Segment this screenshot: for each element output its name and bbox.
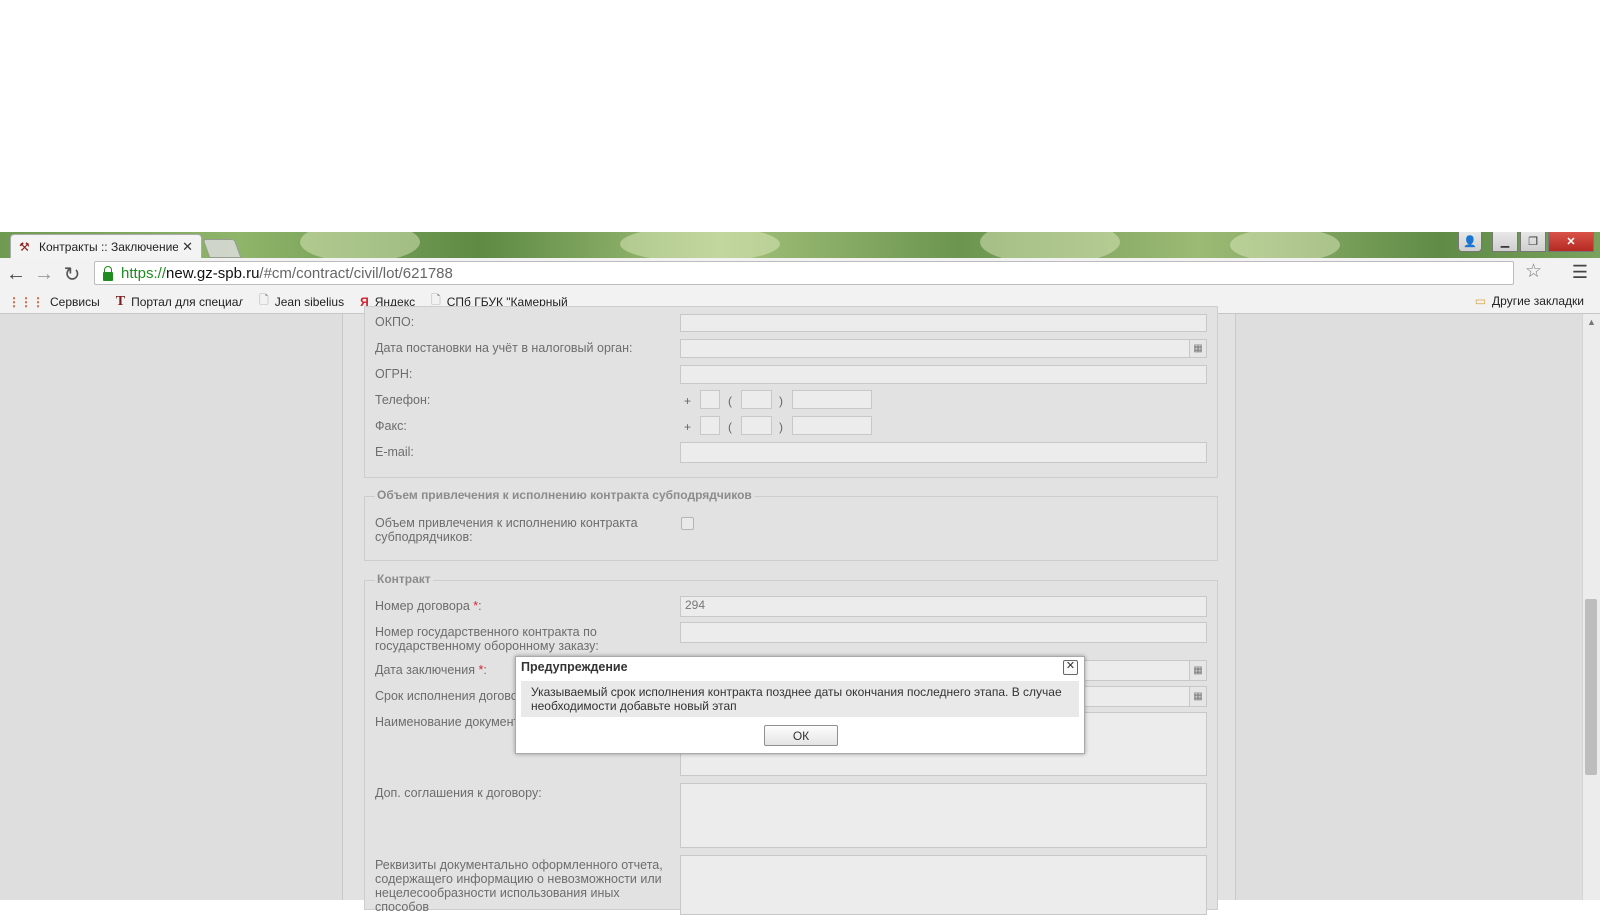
- calendar-icon[interactable]: ▦: [1189, 686, 1207, 707]
- phone-number-input[interactable]: [792, 390, 872, 409]
- ok-button[interactable]: ОК: [764, 725, 838, 746]
- phone-open-paren: (: [728, 394, 732, 408]
- calendar-icon[interactable]: ▦: [1189, 339, 1207, 358]
- portal-icon: T: [115, 293, 126, 309]
- subcontract-checkbox[interactable]: [681, 517, 694, 530]
- forward-arrow-icon[interactable]: →: [30, 260, 58, 288]
- new-tab-button[interactable]: [202, 239, 242, 258]
- supp-agreements-textarea[interactable]: [680, 783, 1207, 848]
- phone-code-input[interactable]: [741, 390, 772, 409]
- ogrn-input[interactable]: [680, 365, 1207, 384]
- tax-date-label: Дата постановки на учёт в налоговый орга…: [375, 341, 633, 355]
- contract-legend: Контракт: [375, 572, 433, 586]
- tab-title: Контракты :: Заключение: [39, 239, 179, 254]
- scroll-up-icon[interactable]: ▲: [1587, 317, 1596, 327]
- fax-number-input[interactable]: [792, 416, 872, 435]
- warning-dialog: Предупреждение ✕ Указываемый срок исполн…: [515, 656, 1085, 754]
- maximize-button[interactable]: ❐: [1520, 232, 1546, 252]
- bookmark-portal[interactable]: TПортал для специалистов: [116, 294, 243, 310]
- contract-number-input[interactable]: 294: [680, 596, 1207, 617]
- doc-name-label: Наименование документа: [375, 715, 527, 729]
- report-details-label: Реквизиты документально оформленного отч…: [375, 858, 663, 914]
- email-input[interactable]: [680, 442, 1207, 463]
- minimize-button[interactable]: ▁: [1492, 232, 1518, 252]
- user-icon[interactable]: 👤: [1458, 232, 1482, 252]
- tools-icon: ⚒: [19, 239, 30, 254]
- reload-icon[interactable]: ↻: [58, 260, 86, 288]
- fax-label: Факс:: [375, 419, 407, 433]
- url-text: https://new.gz-spb.ru/#cm/contract/civil…: [121, 264, 453, 282]
- back-arrow-icon[interactable]: ←: [2, 260, 30, 288]
- state-contract-label: Номер государственного контракта по госу…: [375, 625, 599, 653]
- bookmark-jean-sibelius[interactable]: 🗋 Jean sibelius: [259, 291, 344, 312]
- fax-country-input[interactable]: [700, 416, 720, 435]
- browser-titlebar: ⚒ Контракты :: Заключение ✕ 👤 ▁ ❐ ✕: [0, 232, 1600, 258]
- phone-label: Телефон:: [375, 393, 431, 407]
- okpo-label: ОКПО:: [375, 315, 415, 329]
- fax-open-paren: (: [728, 420, 732, 434]
- address-bar[interactable]: https://new.gz-spb.ru/#cm/contract/civil…: [94, 261, 1514, 285]
- tax-date-input[interactable]: [680, 339, 1190, 358]
- bookmark-apps[interactable]: ⋮⋮⋮ Сервисы: [8, 295, 100, 309]
- page-scrollbar[interactable]: ▲: [1582, 314, 1600, 900]
- menu-icon[interactable]: ☰: [1572, 262, 1588, 283]
- tab-close-icon[interactable]: ✕: [182, 239, 193, 255]
- scroll-thumb[interactable]: [1585, 599, 1597, 775]
- contract-number-label: Номер договора *:: [375, 599, 482, 613]
- blank-area: [0, 0, 1600, 232]
- term-label: Срок исполнения договора: [375, 689, 532, 703]
- phone-plus: +: [684, 394, 692, 408]
- email-label: E-mail:: [375, 445, 414, 459]
- subcontract-legend: Объем привлечения к исполнению контракта…: [375, 488, 754, 502]
- browser-tab[interactable]: ⚒ Контракты :: Заключение ✕: [10, 234, 202, 258]
- phone-close-paren: ): [779, 394, 783, 408]
- apps-icon: ⋮⋮⋮: [8, 294, 44, 309]
- window-close-button[interactable]: ✕: [1548, 232, 1594, 252]
- document-icon: 🗋: [259, 293, 269, 307]
- fax-close-paren: ): [779, 420, 783, 434]
- close-icon[interactable]: ✕: [1063, 660, 1078, 675]
- calendar-icon[interactable]: ▦: [1189, 660, 1207, 681]
- fax-code-input[interactable]: [741, 416, 772, 435]
- phone-country-input[interactable]: [700, 390, 720, 409]
- bookmark-star-icon[interactable]: ☆: [1525, 260, 1542, 283]
- folder-icon: ▭: [1474, 294, 1487, 308]
- window-controls: 👤 ▁ ❐ ✕: [1458, 232, 1594, 252]
- dialog-title: Предупреждение: [521, 660, 628, 674]
- subcontract-label: Объем привлечения к исполнению контракта…: [375, 516, 638, 544]
- dialog-message: Указываемый срок исполнения контракта по…: [521, 681, 1079, 717]
- bookmark-other-folder[interactable]: ▭ Другие закладки: [1475, 294, 1584, 308]
- report-details-textarea[interactable]: [680, 855, 1207, 915]
- ogrn-label: ОГРН:: [375, 367, 413, 381]
- conclusion-date-label: Дата заключения *:: [375, 663, 487, 677]
- fax-plus: +: [684, 420, 692, 434]
- lock-icon: [103, 265, 113, 281]
- browser-toolbar: ← → ↻ https://new.gz-spb.ru/#cm/contract…: [0, 258, 1600, 290]
- supp-agreements-label: Доп. соглашения к договору:: [375, 786, 542, 800]
- state-contract-input[interactable]: [680, 622, 1207, 643]
- okpo-input[interactable]: [680, 314, 1207, 332]
